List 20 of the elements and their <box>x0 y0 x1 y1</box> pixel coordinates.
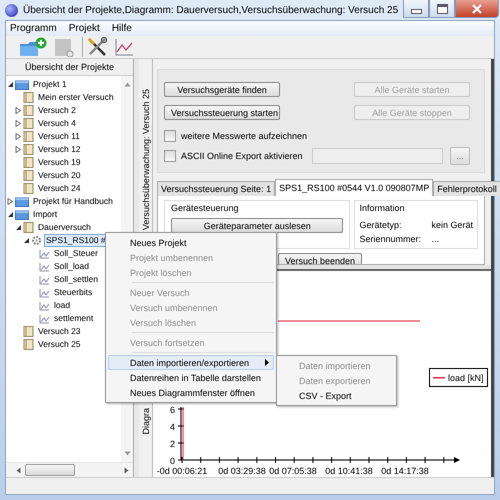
axis-tick-label: 0 <box>170 456 175 466</box>
panel-header: Übersicht der Projekte <box>6 59 133 76</box>
axis-tick-label: 2 <box>170 439 175 449</box>
axis-tick-label: 0d 14:17:38 <box>381 466 429 476</box>
checkbox-label: ASCII Online Export aktivieren <box>181 151 303 161</box>
info-value: kein Gerät <box>431 220 473 230</box>
axis-tick-label: 0d 07:05:38 <box>269 466 317 476</box>
axis-tick-label: -0d 00:06:21 <box>156 466 208 476</box>
axis-tick-label: 4 <box>170 422 175 432</box>
window-title: Übersicht der Projekte,Diagramm: Dauerversuch,Versuchsüberwachung: Versuch 25 <box>23 4 398 16</box>
legend-label: load [kN] <box>448 373 484 383</box>
info-label: Seriennummer: <box>359 234 422 244</box>
checkbox-label: weitere Messwerte aufzeichnen <box>181 131 308 141</box>
info-label: Gerätetyp: <box>359 220 402 230</box>
info-value: ... <box>431 234 439 244</box>
group-title: Information <box>359 203 406 213</box>
axis-tick-label: 6 <box>170 405 175 415</box>
axis-tick-label: 0d 10:41:38 <box>325 466 373 476</box>
axis-tick-label: 0d 03:29:38 <box>218 466 266 476</box>
group-title: Gerätesteuerung <box>171 203 240 213</box>
